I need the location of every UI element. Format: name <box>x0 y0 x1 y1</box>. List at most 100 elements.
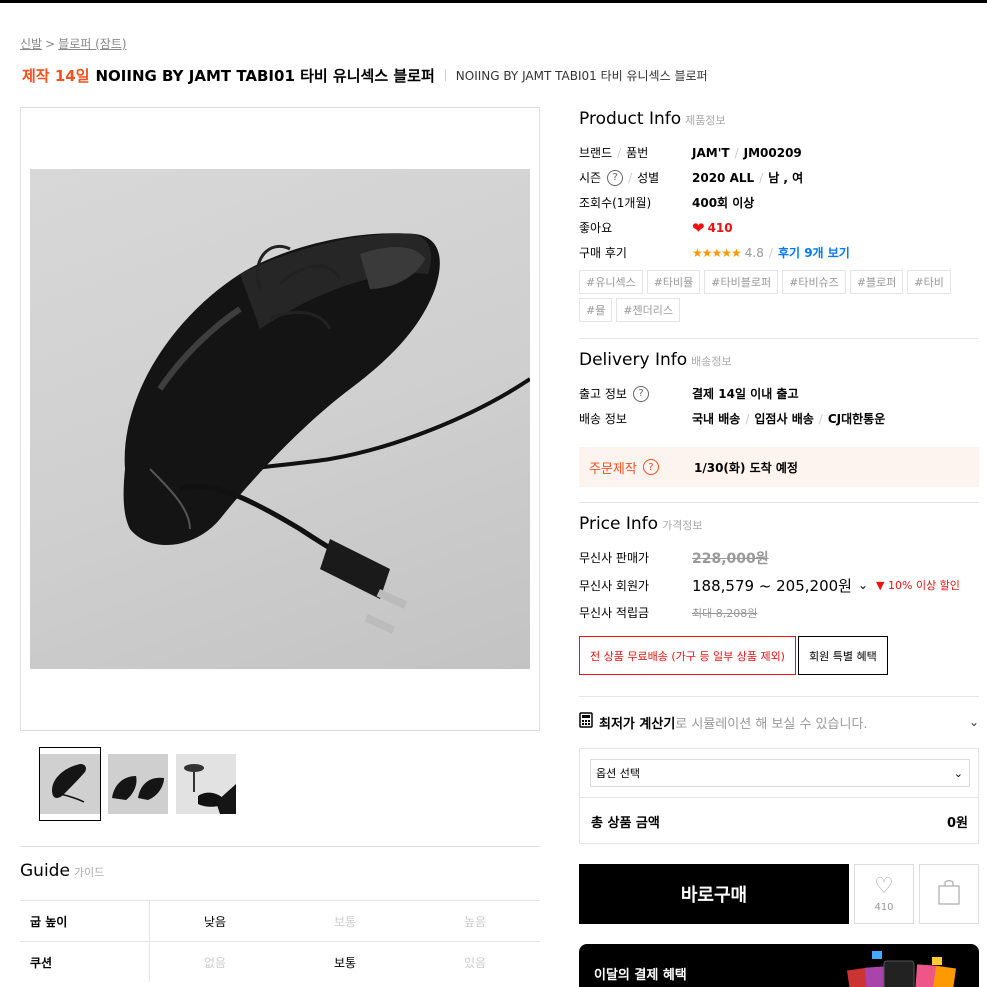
title-divider <box>444 69 446 81</box>
tag-item[interactable]: #블로퍼 <box>849 270 904 294</box>
tag-item[interactable]: #유니섹스 <box>579 270 643 294</box>
delivery-info-rows: 출고 정보? 결제 14일 이내 출고 배송 정보 국내 배송 / 입점사 배송 / C… <box>579 381 979 431</box>
delivery-carrier: CJ대한통운 <box>827 412 886 426</box>
member-benefit-button[interactable]: 회원 특별 혜택 <box>797 636 888 675</box>
slash-divider: / <box>818 411 823 426</box>
gender-label: 성별 <box>637 171 660 185</box>
guide-title: Guide <box>20 861 70 881</box>
custom-order-label-cell: 주문제작? <box>579 458 694 477</box>
chevron-down-icon[interactable]: ⌄ <box>858 578 868 592</box>
member-price-cell: 188,579 ~ 205,200원 ⌄ ▼ 10% 이상 할인 <box>692 575 960 596</box>
tag-item[interactable]: #타비 <box>907 270 951 294</box>
breadcrumb-separator: > <box>45 37 56 51</box>
price-info-title-sub: 가격정보 <box>662 519 703 532</box>
sale-price-value: 228,000원 <box>692 550 769 567</box>
thumbnail-3[interactable] <box>175 747 237 821</box>
item-no-label: 품번 <box>626 146 649 160</box>
custom-order-label: 주문제작 <box>589 461 637 477</box>
brand-row: 브랜드 / 품번 JAM'T / JM00209 <box>579 140 979 165</box>
product-main-image[interactable] <box>30 169 530 669</box>
guide-option: 있음 <box>463 955 487 970</box>
product-title: NOIING BY JAMT TABI01 타비 유니섹스 블로퍼 <box>95 66 435 85</box>
season-row: 시즌? / 성별 2020 ALL / 남 , 여 <box>579 165 979 190</box>
total-label: 총 상품 금액 <box>591 816 660 831</box>
review-row: 구매 후기 ★★★★★ 4.8 / 후기 9개 보기 <box>579 240 979 265</box>
section-divider <box>579 338 979 339</box>
views-row: 조회수(1개월) 400회 이상 <box>579 190 979 215</box>
likes-count: 410 <box>707 220 733 235</box>
product-info-title: Product Info <box>579 109 682 129</box>
thumbnail-1[interactable] <box>39 747 101 821</box>
delivery-info-section: Delivery Info 배송정보 <box>579 350 979 370</box>
production-days-badge: 제작 14일 <box>22 66 90 85</box>
heart-outline-icon: ♡ <box>874 873 894 899</box>
guide-row-heel-height: 굽 높이 낮음 보통 높음 <box>20 900 540 941</box>
price-info-title: Price Info <box>579 514 659 534</box>
member-price-label: 무신사 회원가 <box>579 578 650 593</box>
tag-item[interactable]: #타비뮬 <box>646 270 701 294</box>
top-border <box>0 0 987 3</box>
calculator-title: 최저가 계산기 <box>599 716 676 732</box>
price-calculator-toggle[interactable]: 최저가 계산기 로 시뮬레이션 해 보실 수 있습니다. ⌄ <box>579 710 979 734</box>
tag-item[interactable]: #뮬 <box>579 298 613 322</box>
guide-row-label: 쿠션 <box>20 942 150 982</box>
thumbnail-3-image <box>176 754 236 814</box>
chevron-down-icon: ⌄ <box>968 715 979 729</box>
like-button-count: 410 <box>874 901 894 913</box>
order-option-box: 옵션 선택 ⌄ 총 상품 금액 0원 <box>579 748 979 844</box>
delivery-info-title: Delivery Info <box>579 350 688 370</box>
tag-list: #유니섹스 #타비뮬 #타비블로퍼 #타비슈즈 #블로퍼 #타비 #뮬 #젠더리… <box>579 270 969 322</box>
payment-benefit-banner[interactable]: 이달의 결제 혜택 <box>579 944 979 987</box>
slash-divider: / <box>734 145 739 160</box>
review-value-cell: ★★★★★ 4.8 / 후기 9개 보기 <box>692 244 850 261</box>
item-no-value: JM00209 <box>743 145 802 160</box>
option-select[interactable]: 옵션 선택 ⌄ <box>590 759 970 787</box>
banner-text: 이달의 결제 혜택 <box>594 968 687 983</box>
ship-row: 출고 정보? 결제 14일 이내 출고 <box>579 381 979 406</box>
heart-icon[interactable]: ❤ <box>692 219 705 237</box>
guide-option: 보통 <box>333 914 357 929</box>
breadcrumb-subcategory[interactable]: 블로퍼 (잠트) <box>58 37 126 51</box>
total-value: 0원 <box>946 816 968 831</box>
guide-row-label: 굽 높이 <box>20 901 150 941</box>
buy-now-button[interactable]: 바로구매 <box>579 864 849 924</box>
like-button[interactable]: ♡ 410 <box>854 864 914 924</box>
tag-item[interactable]: #타비슈즈 <box>782 270 846 294</box>
chevron-down-icon: ⌄ <box>953 766 963 780</box>
slash-divider: / <box>628 170 633 185</box>
tag-item[interactable]: #타비블로퍼 <box>704 270 779 294</box>
ship-label: 출고 정보 <box>579 387 627 401</box>
slash-divider: / <box>768 245 773 260</box>
tag-item[interactable]: #젠더리스 <box>616 298 681 322</box>
season-label-cell: 시즌? / 성별 <box>579 169 692 186</box>
help-icon[interactable]: ? <box>642 459 659 475</box>
slash-divider: / <box>617 145 622 160</box>
guide-option: 낮음 <box>203 914 227 929</box>
guide-divider <box>20 846 540 847</box>
points-label: 무신사 적립금 <box>579 606 650 620</box>
product-info-section: Product Info 제품정보 <box>579 109 979 129</box>
cart-button[interactable] <box>919 864 979 924</box>
slash-divider: / <box>745 411 750 426</box>
discount-value: 10% 이상 할인 <box>888 579 960 592</box>
guide-title-sub: 가이드 <box>73 866 105 879</box>
option-divider <box>580 797 978 798</box>
likes-label: 좋아요 <box>579 221 613 235</box>
review-link[interactable]: 후기 9개 보기 <box>778 244 850 261</box>
guide-option: 보통 <box>333 955 357 970</box>
brand-label: 브랜드 <box>579 146 613 160</box>
thumbnail-2[interactable] <box>107 747 169 821</box>
help-icon[interactable]: ? <box>607 169 624 186</box>
free-shipping-button[interactable]: 전 상품 무료배송 (가구 등 일부 상품 제외) <box>579 636 796 675</box>
main-image-frame <box>20 107 540 731</box>
guide-option: 높음 <box>463 914 487 929</box>
brand-link[interactable]: JAM'T <box>692 146 730 160</box>
product-info-title-sub: 제품정보 <box>685 114 726 127</box>
star-rating-icon: ★★★★★ <box>692 245 742 260</box>
discount-label: ▼ 10% 이상 할인 <box>876 577 960 593</box>
season-value-cell: 2020 ALL / 남 , 여 <box>692 169 803 186</box>
thumbnail-list <box>39 747 237 821</box>
brand-label-cell: 브랜드 / 품번 <box>579 144 692 161</box>
breadcrumb-category[interactable]: 신발 <box>20 37 42 51</box>
help-icon[interactable]: ? <box>632 385 649 402</box>
